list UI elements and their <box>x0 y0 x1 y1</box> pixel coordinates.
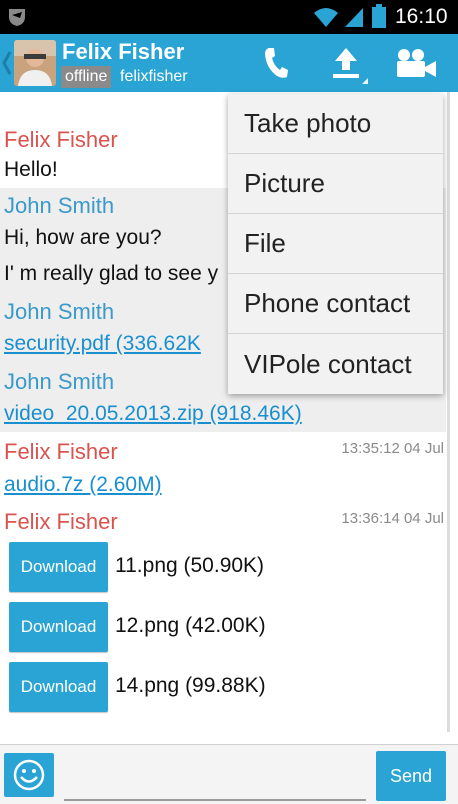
send-button[interactable]: Send <box>376 751 446 801</box>
avatar-photo <box>14 40 56 86</box>
wifi-icon <box>314 8 338 27</box>
contact-login: felixfisher <box>120 68 188 85</box>
battery-icon <box>372 4 386 28</box>
phone-icon <box>265 48 288 78</box>
message-timestamp: 13:36:14 04 Jul <box>341 510 444 527</box>
menu-item-vipole-contact[interactable]: VIPole contact <box>228 334 443 394</box>
app-logo-icon <box>9 9 25 26</box>
call-button[interactable] <box>248 34 304 92</box>
menu-item-take-photo[interactable]: Take photo <box>228 94 443 154</box>
scrollbar[interactable] <box>447 92 450 732</box>
message-sender: John Smith <box>4 193 115 218</box>
download-button[interactable]: Download <box>9 602 108 652</box>
dropdown-indicator <box>362 78 368 84</box>
emoji-button[interactable] <box>4 753 54 797</box>
file-link[interactable]: security.pdf (336.62K <box>4 330 201 358</box>
status-badge: offline <box>61 66 112 88</box>
video-camera-icon <box>397 49 436 77</box>
message-item: Felix Fisher 13:35:12 04 Jul audio.7z (2… <box>0 432 446 500</box>
status-bar: 16:10 <box>0 0 458 34</box>
back-chevron-icon[interactable] <box>2 50 12 76</box>
attachment-name: 11.png (50.90K) <box>115 554 265 577</box>
message-text: I' m really glad to see y <box>4 262 219 285</box>
message-text: Hello! <box>4 158 58 181</box>
message-timestamp: 13:35:12 04 Jul <box>341 440 444 457</box>
message-sender: Felix Fisher <box>4 439 118 464</box>
download-button[interactable]: Download <box>9 662 108 712</box>
message-sender: Felix Fisher <box>4 127 118 152</box>
message-text: Hi, how are you? <box>4 226 162 249</box>
signal-icon <box>345 8 363 27</box>
avatar[interactable] <box>14 40 56 86</box>
contact-name[interactable]: Felix Fisher <box>62 38 184 66</box>
menu-item-phone-contact[interactable]: Phone contact <box>228 274 443 334</box>
message-item: Felix Fisher 13:36:14 04 Jul Download 11… <box>0 500 446 720</box>
compose-bar: Send <box>0 744 458 804</box>
attachment-name: 12.png (42.00K) <box>115 614 266 637</box>
action-bar: Felix Fisher offline felixfisher <box>0 34 458 92</box>
attach-menu: Take photo Picture File Phone contact VI… <box>228 94 443 394</box>
menu-item-file[interactable]: File <box>228 214 443 274</box>
upload-icon <box>333 48 359 78</box>
attachment-name: 14.png (99.88K) <box>115 674 266 697</box>
clock: 16:10 <box>395 5 448 28</box>
message-sender: Felix Fisher <box>4 509 118 534</box>
message-sender: John Smith <box>4 299 115 324</box>
file-link[interactable]: audio.7z (2.60M) <box>4 471 162 499</box>
attach-button[interactable] <box>318 34 374 92</box>
menu-item-picture[interactable]: Picture <box>228 154 443 214</box>
emoji-icon <box>13 759 45 791</box>
download-button[interactable]: Download <box>9 542 108 592</box>
message-sender: John Smith <box>4 369 115 394</box>
video-call-button[interactable] <box>388 34 444 92</box>
message-input[interactable] <box>64 755 366 801</box>
file-link[interactable]: video_20.05.2013.zip (918.46K) <box>4 400 302 428</box>
